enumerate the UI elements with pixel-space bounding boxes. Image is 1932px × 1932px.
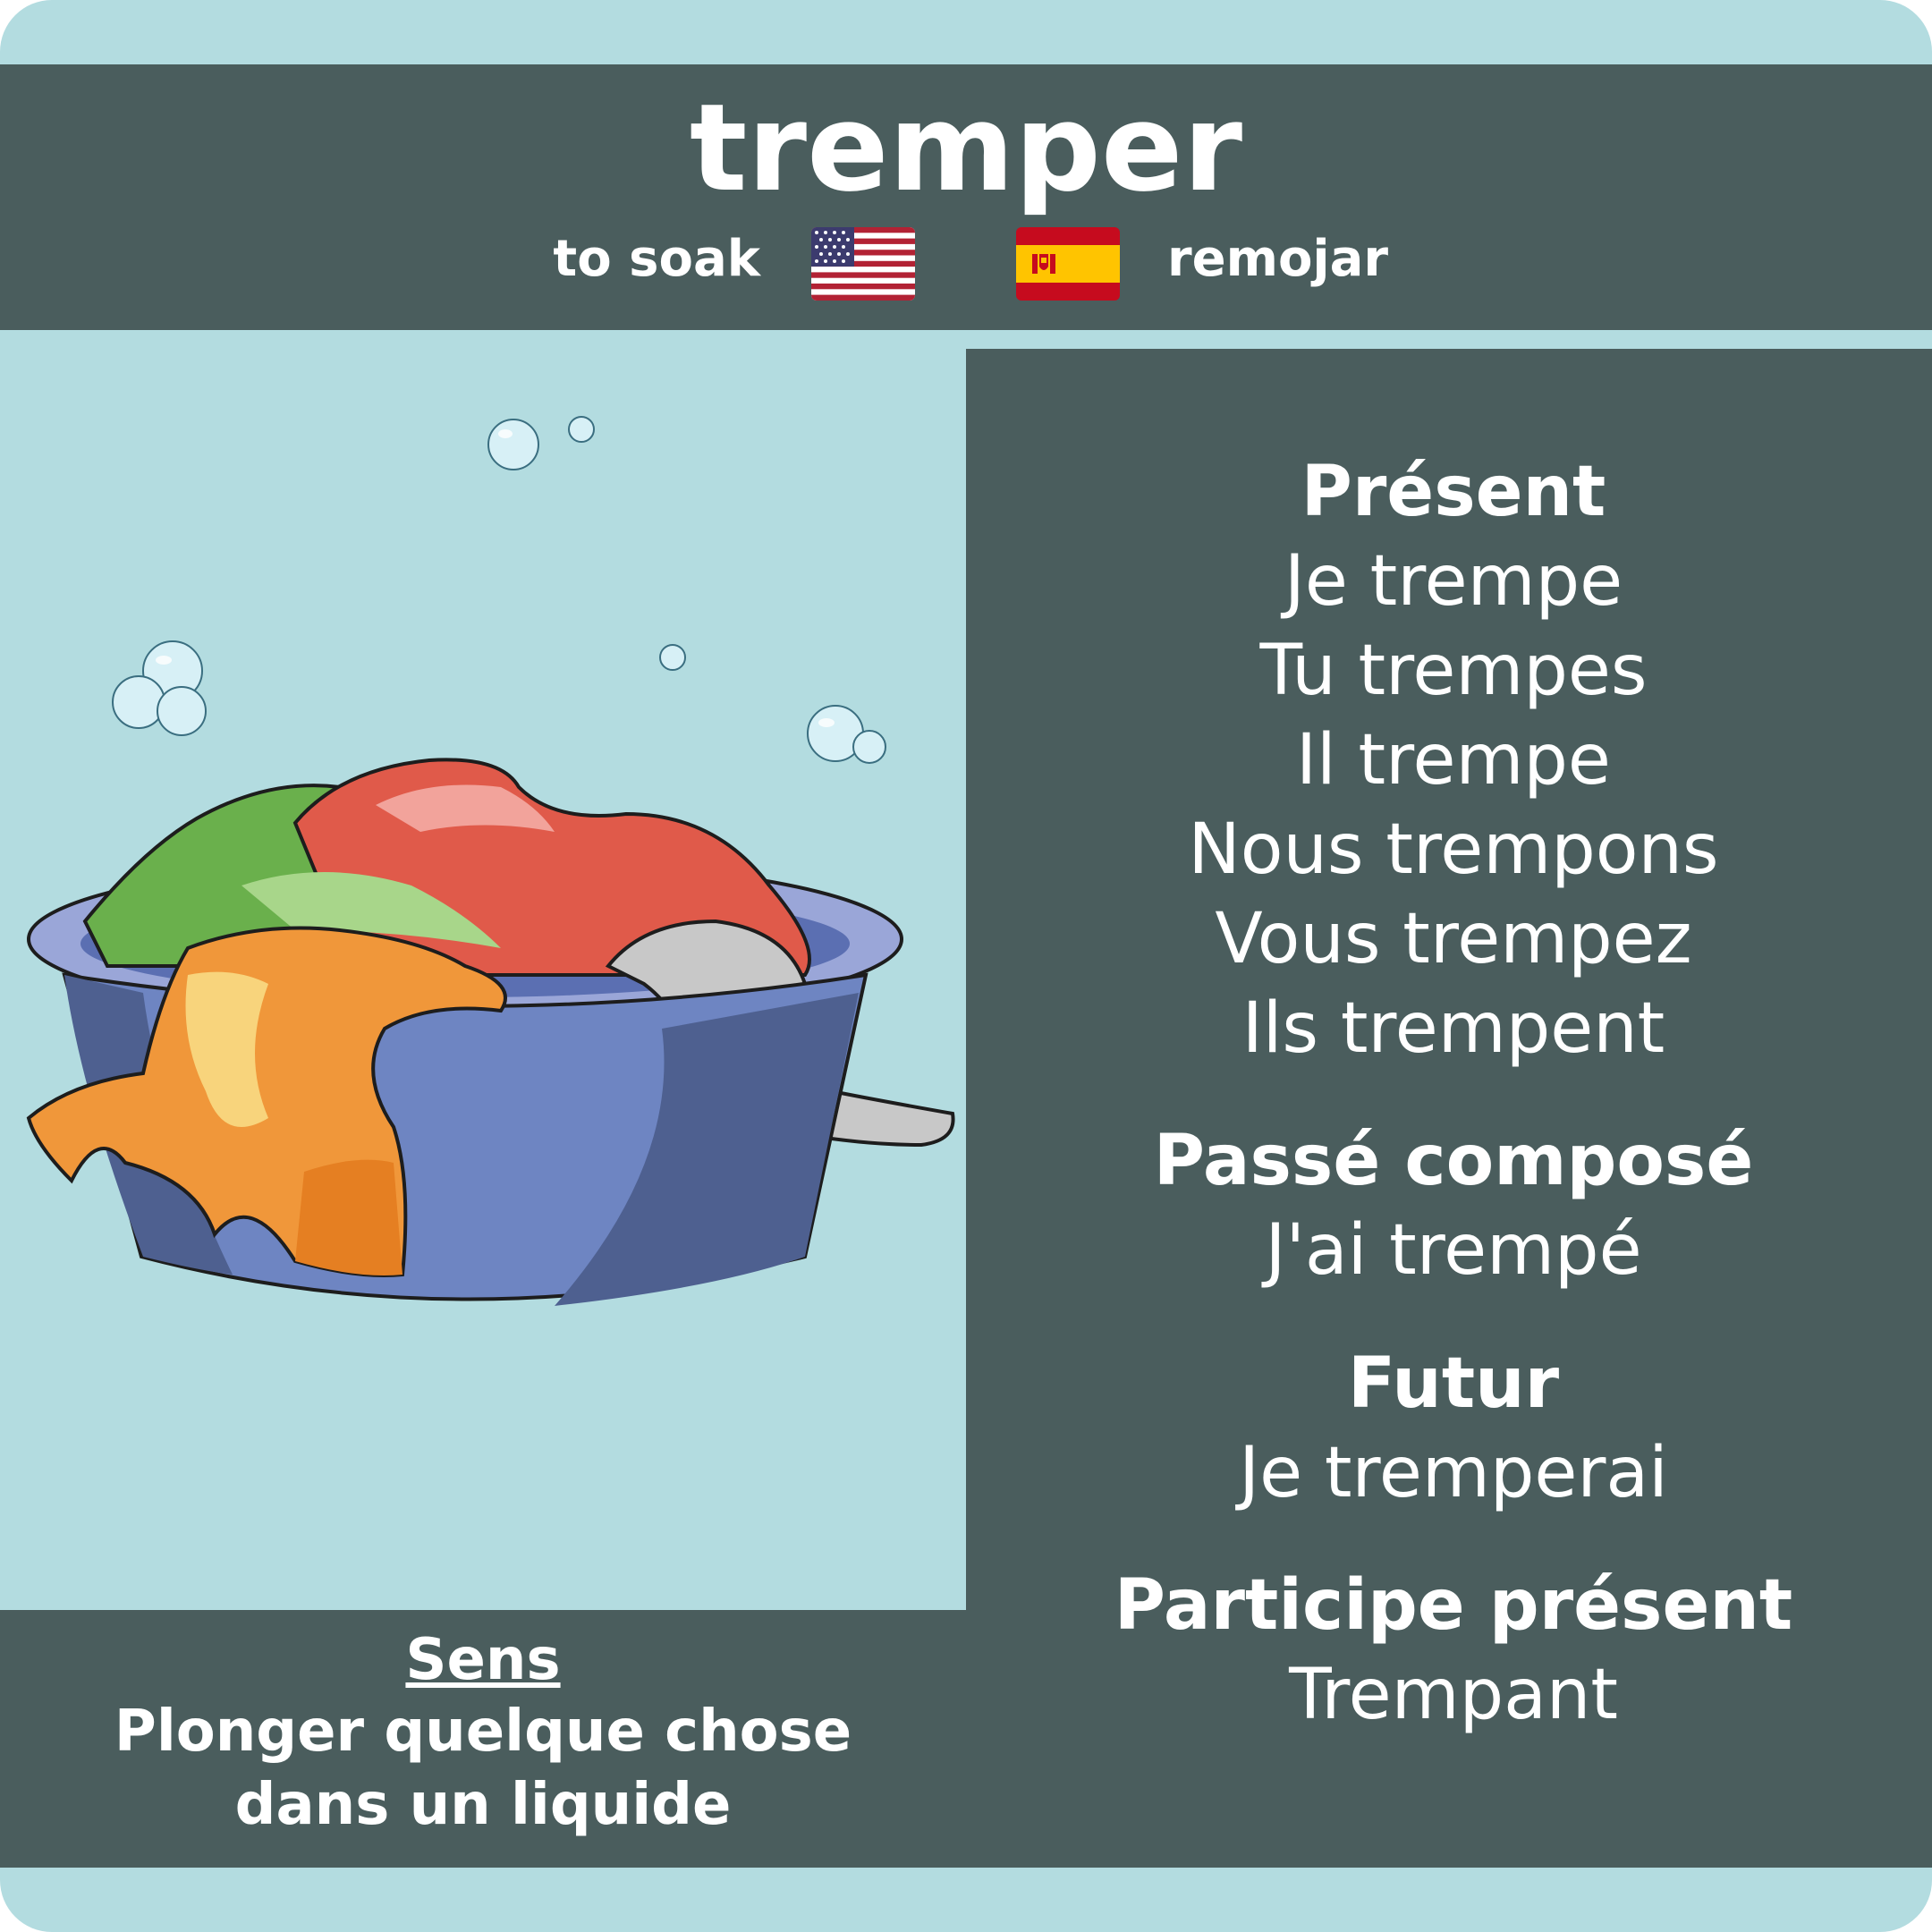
conjugation-line: Ils trempent <box>1241 988 1665 1069</box>
verb-card: tremper to soak remojar Présent Je tremp… <box>0 0 1932 1932</box>
conjugation-line: Tu trempes <box>1259 631 1648 711</box>
conjugation-line: Il trempe <box>1296 720 1611 801</box>
futur-heading: Futur <box>1347 1343 1560 1424</box>
conjugation-line: Je tremperai <box>1239 1433 1668 1513</box>
verb-title: tremper <box>689 78 1243 218</box>
laundry-basin-icon <box>26 416 955 1306</box>
meaning-title: Sens <box>405 1627 561 1693</box>
spain-flag-icon <box>1016 227 1120 301</box>
conjugation-line: Trempant <box>1289 1655 1618 1735</box>
passe-compose-section: Passé composé J'ai trempé <box>1029 1116 1878 1295</box>
participe-present-heading: Participe présent <box>1114 1565 1793 1646</box>
futur-section: Futur Je tremperai <box>1029 1339 1878 1518</box>
us-flag-icon <box>811 227 915 301</box>
conjugation-line: Vous trempez <box>1215 899 1692 979</box>
spanish-translation: remojar <box>1167 230 1389 288</box>
bubble-icon <box>112 416 886 764</box>
passe-compose-heading: Passé composé <box>1153 1121 1754 1201</box>
present-section: Présent Je trempe Tu trempes Il trempe N… <box>1029 447 1878 1073</box>
present-heading: Présent <box>1301 452 1606 532</box>
english-translation: to soak <box>553 230 760 288</box>
conjugation-line: Je trempe <box>1284 541 1623 622</box>
conjugation-line: J'ai trempé <box>1265 1210 1642 1291</box>
participe-present-section: Participe présent Trempant <box>1029 1561 1878 1740</box>
meaning-text: Plonger quelque chose dans un liquide <box>36 1695 930 1842</box>
meaning-line: dans un liquide <box>234 1772 732 1838</box>
meaning-line: Plonger quelque chose <box>114 1699 852 1765</box>
conjugation-line: Nous trempons <box>1188 809 1719 890</box>
